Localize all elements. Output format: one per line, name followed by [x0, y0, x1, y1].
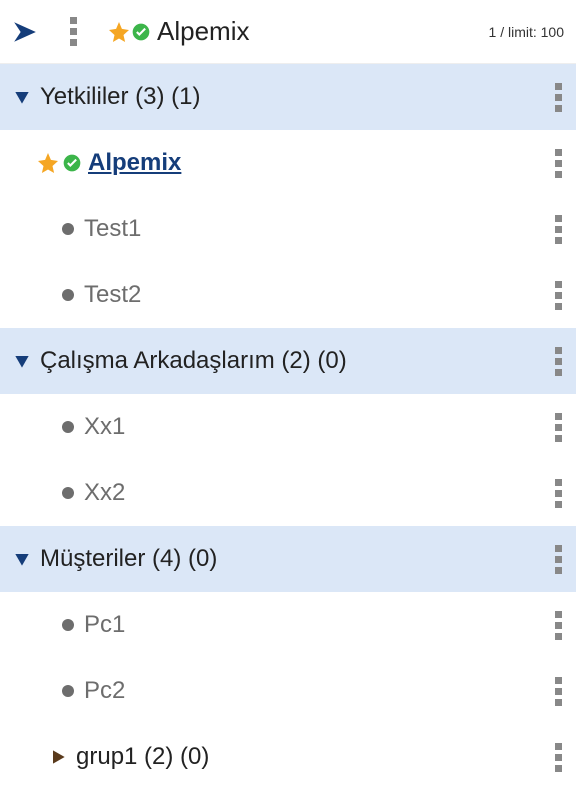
menu-icon[interactable]: [553, 279, 564, 312]
group-header[interactable]: Yetkililer (3) (1): [0, 64, 576, 130]
item-label: Xx1: [84, 413, 125, 441]
list-item[interactable]: Alpemix: [0, 130, 576, 196]
menu-icon[interactable]: [553, 345, 564, 378]
group-header[interactable]: Müşteriler (4) (0): [0, 526, 576, 592]
list-item[interactable]: Pc1: [0, 592, 576, 658]
menu-icon[interactable]: [553, 411, 564, 444]
item-label: Xx2: [84, 479, 125, 507]
check-icon: [131, 22, 151, 42]
item-label: Alpemix: [88, 149, 181, 177]
list-item[interactable]: Pc2: [0, 658, 576, 724]
menu-icon[interactable]: [553, 543, 564, 576]
offline-dot-icon: [60, 485, 76, 501]
list-item[interactable]: Xx2: [0, 460, 576, 526]
menu-icon[interactable]: [553, 147, 564, 180]
menu-icon[interactable]: [553, 477, 564, 510]
group-label: Çalışma Arkadaşlarım (2) (0): [40, 347, 347, 375]
offline-dot-icon: [60, 683, 76, 699]
subgroup-header[interactable]: grup1 (2) (0): [0, 724, 576, 790]
caret-down-icon: [12, 549, 32, 569]
group-header[interactable]: Çalışma Arkadaşlarım (2) (0): [0, 328, 576, 394]
offline-dot-icon: [60, 419, 76, 435]
star-icon: [36, 151, 60, 175]
menu-icon[interactable]: [553, 81, 564, 114]
list-item[interactable]: Xx1: [0, 394, 576, 460]
list-item[interactable]: Test2: [0, 262, 576, 328]
menu-icon[interactable]: [553, 213, 564, 246]
item-label: Pc1: [84, 611, 125, 639]
page-title: Alpemix: [157, 16, 249, 47]
send-icon[interactable]: [12, 19, 38, 45]
check-icon: [62, 153, 82, 173]
item-label: Test1: [84, 215, 141, 243]
subgroup-label: grup1 (2) (0): [76, 743, 209, 771]
menu-icon[interactable]: [553, 741, 564, 774]
header: Alpemix 1 / limit: 100: [0, 0, 576, 64]
menu-icon[interactable]: [553, 609, 564, 642]
menu-icon[interactable]: [553, 675, 564, 708]
offline-dot-icon: [60, 221, 76, 237]
count-label: 1 / limit: 100: [489, 24, 564, 40]
offline-dot-icon: [60, 617, 76, 633]
header-menu-icon[interactable]: [68, 15, 79, 48]
group-label: Müşteriler (4) (0): [40, 545, 217, 573]
offline-dot-icon: [60, 287, 76, 303]
item-label: Pc2: [84, 677, 125, 705]
caret-down-icon: [12, 351, 32, 371]
group-label: Yetkililer (3) (1): [40, 83, 201, 111]
caret-down-icon: [12, 87, 32, 107]
caret-right-icon: [48, 747, 68, 767]
star-icon: [107, 20, 131, 44]
list-item[interactable]: Test1: [0, 196, 576, 262]
item-label: Test2: [84, 281, 141, 309]
